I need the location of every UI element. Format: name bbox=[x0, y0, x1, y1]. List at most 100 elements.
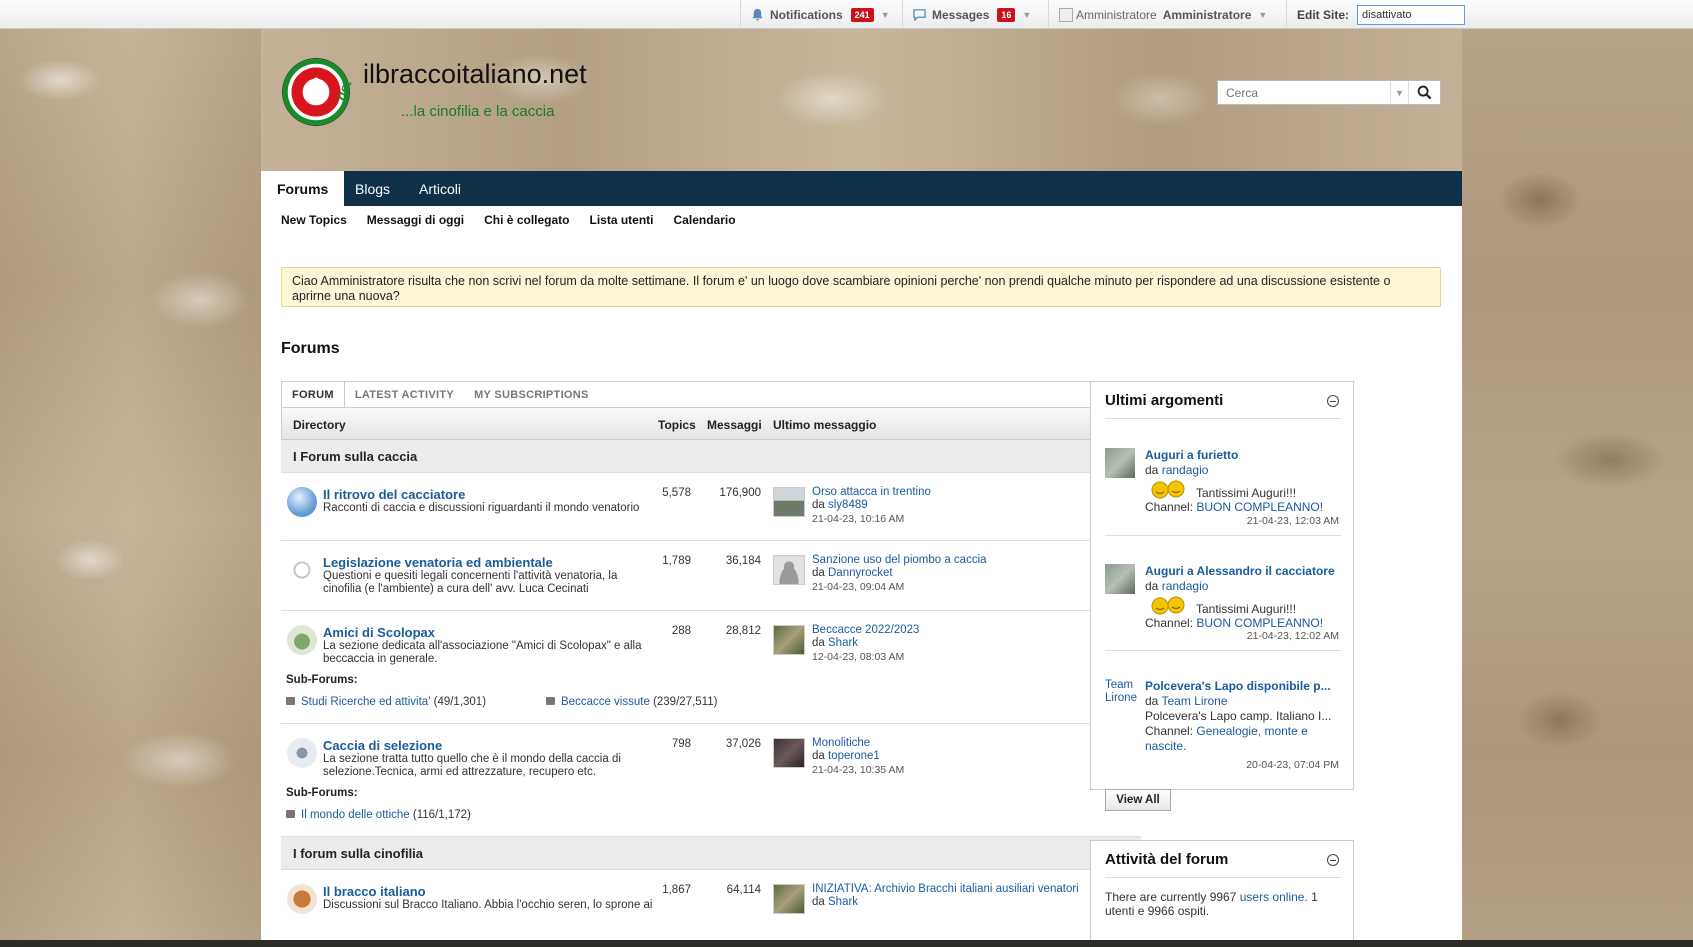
forum-description: La sezione dedicata all'associazione "Am… bbox=[323, 640, 642, 665]
search-button[interactable] bbox=[1408, 81, 1440, 104]
topic-user[interactable]: Team Lirone bbox=[1161, 694, 1227, 708]
page-container: i .net ilbraccoitaliano.net ...la cinofi… bbox=[261, 29, 1462, 947]
forum-messages-count: 37,026 bbox=[725, 738, 761, 750]
last-post-date: 21-04-23, 10:35 AM bbox=[812, 764, 905, 776]
edit-site-control: Edit Site: bbox=[1286, 0, 1475, 29]
last-post-avatar[interactable] bbox=[773, 884, 805, 914]
by-prefix: da bbox=[1145, 463, 1159, 477]
last-post-title[interactable]: INIZIATIVA: Archivio Bracchi italiani au… bbox=[812, 883, 1079, 895]
forum-title[interactable]: Caccia di selezione bbox=[323, 738, 442, 753]
by-prefix: da bbox=[1145, 694, 1159, 708]
last-post-user[interactable]: toperone1 bbox=[828, 750, 880, 762]
topic-user[interactable]: randagio bbox=[1162, 463, 1209, 477]
category-header[interactable]: I forum sulla cinofilia bbox=[281, 837, 1141, 870]
subnav-chi-collegato[interactable]: Chi è collegato bbox=[484, 213, 569, 227]
chevron-down-icon: ▼ bbox=[1258, 9, 1268, 20]
forum-tabs: FORUM LATEST ACTIVITY MY SUBSCRIPTIONS bbox=[281, 381, 1141, 407]
forum-topics-count: 798 bbox=[671, 738, 691, 750]
channel-link[interactable]: BUON COMPLEANNO! bbox=[1196, 616, 1323, 630]
last-post-avatar[interactable] bbox=[773, 487, 805, 517]
dog-icon bbox=[287, 884, 317, 914]
topic-user[interactable]: randagio bbox=[1162, 579, 1209, 593]
tab-articoli[interactable]: Articoli bbox=[403, 171, 477, 206]
last-post-title[interactable]: Orso attacca in trentino bbox=[812, 486, 931, 498]
last-post-user[interactable]: Shark bbox=[828, 637, 858, 649]
last-post-user[interactable]: Shark bbox=[828, 896, 858, 908]
topic-author: da randagio bbox=[1145, 579, 1208, 593]
last-post-avatar[interactable] bbox=[773, 738, 805, 768]
last-post-title[interactable]: Sanzione uso del piombo a caccia bbox=[812, 554, 987, 566]
tab-blogs[interactable]: Blogs bbox=[339, 171, 406, 206]
subforum-count: (116/1,172) bbox=[412, 809, 471, 821]
topic-author-avatar[interactable]: Team Lirone bbox=[1105, 679, 1137, 723]
forum-title[interactable]: Amici di Scolopax bbox=[323, 625, 435, 640]
by-prefix: da bbox=[812, 637, 825, 649]
search-box: ▼ bbox=[1217, 80, 1441, 105]
users-online-link[interactable]: users online. bbox=[1240, 890, 1308, 904]
site-header: i .net ilbraccoitaliano.net ...la cinofi… bbox=[261, 29, 1462, 171]
collapse-icon[interactable] bbox=[1327, 395, 1339, 407]
bell-icon bbox=[752, 8, 763, 21]
edit-site-select[interactable] bbox=[1357, 4, 1466, 25]
forum-title[interactable]: Il bracco italiano bbox=[323, 884, 426, 899]
subnav-new-topics[interactable]: New Topics bbox=[281, 213, 347, 227]
forum-table-header: Directory Topics Messaggi Ultimo messagg… bbox=[281, 407, 1141, 440]
subnav-messaggi-oggi[interactable]: Messaggi di oggi bbox=[367, 213, 464, 227]
topic-date: 21-04-23, 12:03 AM bbox=[1246, 515, 1339, 527]
user-avatar-alt: Amministratore bbox=[1076, 7, 1157, 22]
last-post-avatar[interactable] bbox=[773, 555, 805, 585]
last-post-date: 21-04-23, 09:04 AM bbox=[812, 581, 905, 593]
forum-topics-count: 288 bbox=[671, 625, 691, 637]
col-messages: Messaggi bbox=[707, 418, 762, 432]
subnav-lista-utenti[interactable]: Lista utenti bbox=[590, 213, 654, 227]
subforum-link[interactable]: Beccacce vissute (239/27,511) bbox=[546, 696, 717, 708]
last-post-date: 12-04-23, 08:03 AM bbox=[812, 651, 905, 663]
chat-icon bbox=[913, 9, 926, 21]
tab-forum[interactable]: FORUM bbox=[282, 382, 345, 407]
channel-label: Channel: bbox=[1145, 500, 1194, 514]
messages-count-badge: 16 bbox=[997, 7, 1016, 22]
category-header[interactable]: I Forum sulla caccia bbox=[281, 440, 1141, 473]
subforum-name[interactable]: Studi Ricerche ed attivita' bbox=[301, 696, 430, 708]
topic-author-avatar[interactable] bbox=[1105, 448, 1135, 478]
subforum-link[interactable]: Studi Ricerche ed attivita' (49/1,301) bbox=[286, 696, 486, 708]
messages-menu[interactable]: Messages 16 ▼ bbox=[902, 0, 1041, 29]
subforum-name[interactable]: Il mondo delle ottiche bbox=[301, 809, 410, 821]
site-title[interactable]: ilbraccoitaliano.net bbox=[363, 59, 587, 90]
tab-latest-activity[interactable]: LATEST ACTIVITY bbox=[345, 382, 464, 407]
subforum-link[interactable]: Il mondo delle ottiche (116/1,172) bbox=[286, 809, 471, 821]
search-icon bbox=[1417, 85, 1432, 100]
by-prefix: da bbox=[812, 499, 825, 511]
topic-title[interactable]: Polcevera's Lapo disponibile p... bbox=[1145, 679, 1331, 693]
search-input[interactable] bbox=[1218, 81, 1390, 104]
forum-title[interactable]: Il ritrovo del cacciatore bbox=[323, 487, 465, 502]
topic-title[interactable]: Auguri a furietto bbox=[1145, 448, 1238, 462]
notifications-menu[interactable]: Notifications 241 ▼ bbox=[740, 0, 900, 29]
forum-title[interactable]: Legislazione venatoria ed ambientale bbox=[323, 555, 553, 570]
last-post-user[interactable]: Dannyrocket bbox=[828, 567, 893, 579]
divider bbox=[1105, 650, 1341, 651]
tab-forums[interactable]: Forums bbox=[261, 171, 345, 206]
last-post-title[interactable]: Beccacce 2022/2023 bbox=[812, 624, 919, 636]
subforum-name[interactable]: Beccacce vissute bbox=[561, 696, 650, 708]
user-menu[interactable]: Amministratore Amministratore ▼ bbox=[1048, 0, 1277, 29]
collapse-icon[interactable] bbox=[1327, 854, 1339, 866]
sub-forums-label: Sub-Forums: bbox=[286, 674, 358, 686]
last-post-title[interactable]: Monolitiche bbox=[812, 737, 870, 749]
topic-date: 21-04-23, 12:02 AM bbox=[1246, 630, 1339, 642]
last-post-avatar[interactable] bbox=[773, 625, 805, 655]
forum-messages-count: 36,184 bbox=[725, 555, 761, 567]
tab-my-subscriptions[interactable]: MY SUBSCRIPTIONS bbox=[464, 382, 599, 407]
topic-title[interactable]: Auguri a Alessandro il cacciatore bbox=[1145, 564, 1335, 578]
subnav-calendario[interactable]: Calendario bbox=[674, 213, 736, 227]
main-nav: Forums Blogs Articoli bbox=[261, 171, 1462, 206]
channel-link[interactable]: BUON COMPLEANNO! bbox=[1196, 500, 1323, 514]
latest-topics-widget: Ultimi argomenti Auguri a furietto da ra… bbox=[1090, 381, 1354, 811]
topic-excerpt: Polcevera's Lapo camp. Italiano I... bbox=[1145, 709, 1332, 723]
forum-row: Amici di Scolopax La sezione dedicata al… bbox=[281, 611, 1141, 724]
search-options-dropdown[interactable]: ▼ bbox=[1390, 81, 1408, 104]
topic-author-avatar[interactable] bbox=[1105, 564, 1135, 594]
view-all-button[interactable]: View All bbox=[1105, 789, 1171, 811]
topic-excerpt: Tantissimi Auguri!!! bbox=[1196, 486, 1297, 500]
last-post-user[interactable]: sly8489 bbox=[828, 499, 868, 511]
